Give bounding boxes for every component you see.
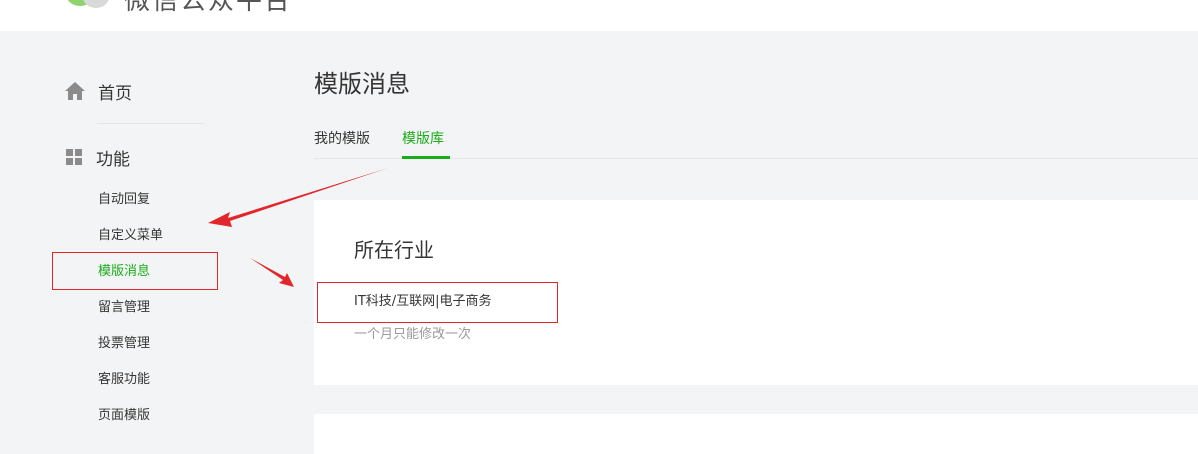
arrow-to-sidebar xyxy=(208,168,388,227)
annotation-arrows xyxy=(208,168,388,287)
arrow-to-industry xyxy=(250,258,294,287)
